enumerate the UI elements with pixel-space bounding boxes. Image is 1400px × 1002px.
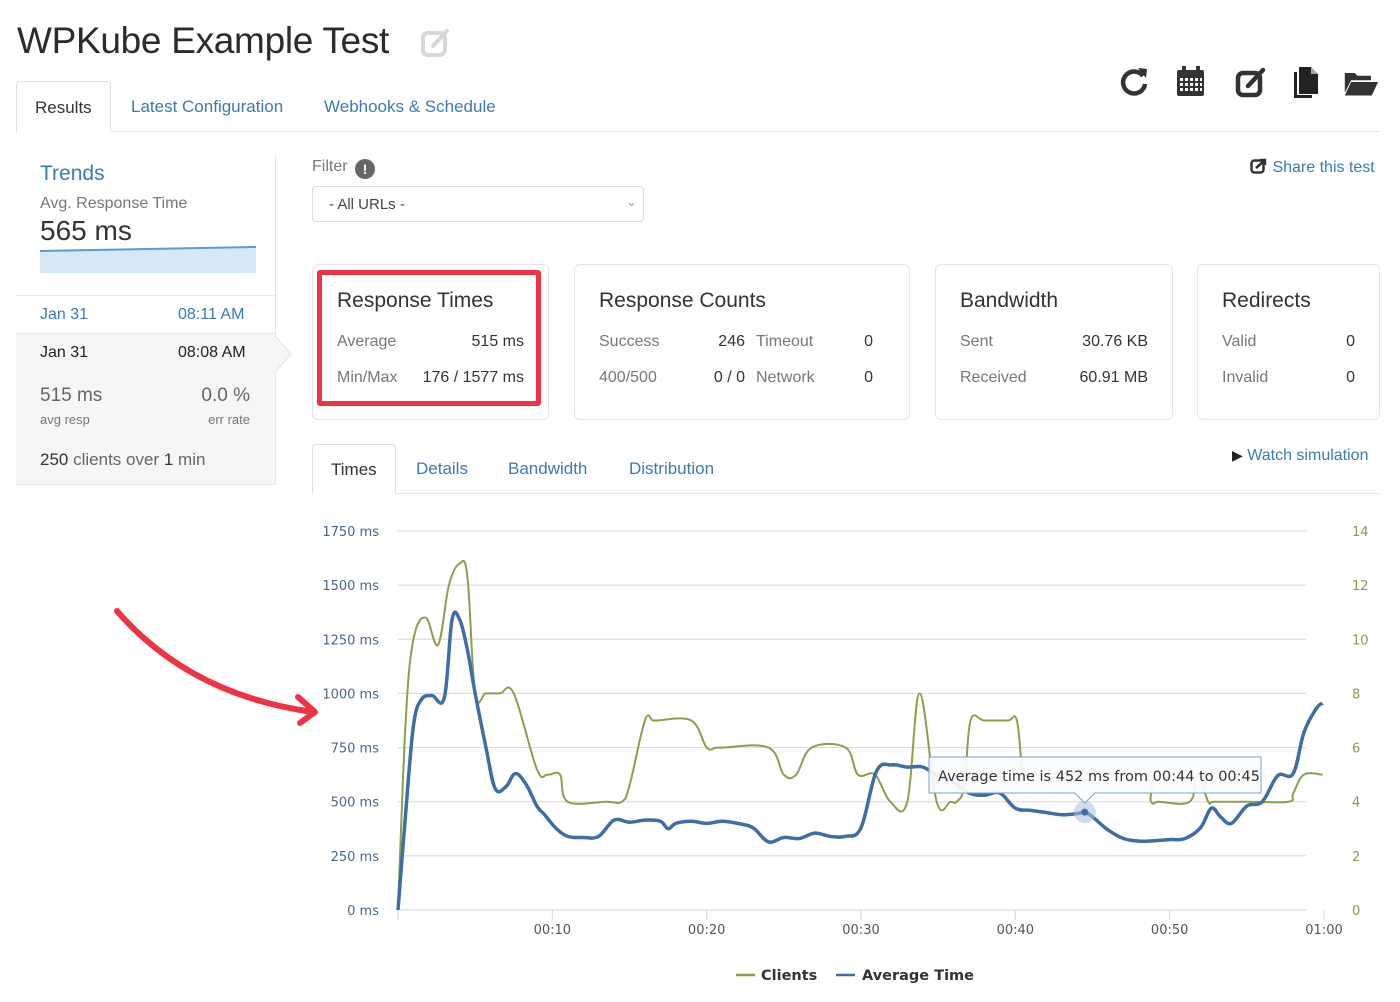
y-right-tick-label: 14 bbox=[1352, 525, 1369, 540]
series-line-clients bbox=[397, 559, 1323, 911]
y-right-tick-label: 12 bbox=[1352, 579, 1369, 594]
legend-label-clients: Clients bbox=[761, 968, 817, 984]
y-left-tick-label: 0 ms bbox=[347, 904, 379, 919]
y-right-tick-label: 10 bbox=[1352, 633, 1369, 648]
x-tick-label: 00:50 bbox=[1151, 923, 1188, 938]
annotation-arrow-icon bbox=[114, 608, 318, 726]
y-left-tick-label: 1250 ms bbox=[322, 633, 379, 648]
y-left-tick-label: 1750 ms bbox=[322, 525, 379, 540]
hover-point bbox=[1081, 808, 1089, 816]
y-left-tick-label: 1500 ms bbox=[322, 579, 379, 594]
x-tick-label: 01:00 bbox=[1305, 923, 1342, 938]
y-right-tick-label: 8 bbox=[1352, 687, 1360, 702]
y-left-tick-label: 500 ms bbox=[331, 796, 380, 811]
x-tick-label: 00:30 bbox=[842, 923, 879, 938]
y-right-tick-label: 0 bbox=[1352, 904, 1360, 919]
tooltip-text: Average time is 452 ms from 00:44 to 00:… bbox=[938, 769, 1260, 785]
times-chart: 0 ms 250 ms 500 ms 750 ms 1000 ms 1250 ms 1500… bbox=[322, 525, 1369, 984]
y-left-tick-label: 750 ms bbox=[331, 742, 380, 757]
x-tick-label: 00:20 bbox=[688, 923, 725, 938]
y-right-tick-label: 6 bbox=[1352, 742, 1360, 757]
x-tick-label: 00:40 bbox=[997, 923, 1034, 938]
y-right-tick-label: 4 bbox=[1352, 796, 1360, 811]
y-left-tick-label: 250 ms bbox=[331, 850, 380, 865]
x-tick-label: 00:10 bbox=[534, 923, 571, 938]
legend-label-average-time: Average Time bbox=[862, 968, 974, 984]
y-right-tick-label: 2 bbox=[1352, 850, 1360, 865]
y-left-tick-label: 1000 ms bbox=[322, 687, 379, 702]
